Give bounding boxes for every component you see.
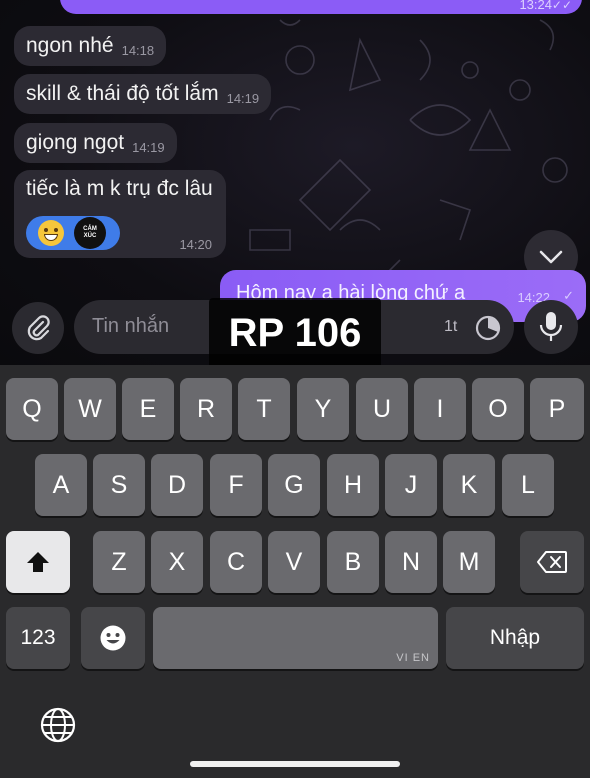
message-time: 14:20: [179, 237, 212, 252]
return-key[interactable]: Nhập: [446, 607, 584, 669]
key-e[interactable]: E: [122, 378, 174, 440]
globe-icon[interactable]: [38, 705, 78, 745]
emoji-smiley-icon: [100, 625, 126, 651]
key-x[interactable]: X: [151, 531, 203, 593]
key-b[interactable]: B: [327, 531, 379, 593]
chat-area: 13:24 ✓✓ ngon nhé 14:18 skill & thái độ …: [0, 0, 590, 365]
message-time: 14:18: [121, 42, 155, 58]
backspace-icon: [537, 551, 567, 573]
key-n[interactable]: N: [385, 531, 437, 593]
key-k[interactable]: K: [443, 454, 495, 516]
key-u[interactable]: U: [356, 378, 408, 440]
home-indicator[interactable]: [190, 761, 400, 767]
message-text: ngon nhé: [26, 34, 114, 57]
key-s[interactable]: S: [93, 454, 145, 516]
message-time: 14:19: [226, 90, 260, 106]
numbers-key[interactable]: 123: [6, 607, 70, 669]
key-m[interactable]: M: [443, 531, 495, 593]
message-text: giọng ngọt: [26, 131, 125, 154]
timer-icon[interactable]: [474, 314, 502, 342]
reaction-pill[interactable]: CẢM XÚC: [26, 216, 120, 250]
message-text: tiếc là m k trụ đc lâu: [26, 177, 213, 200]
self-destruct-timer-label: 1t: [444, 318, 458, 335]
key-g[interactable]: G: [268, 454, 320, 516]
read-ticks-icon: ✓✓: [551, 0, 572, 12]
space-language-label: VI EN: [396, 652, 430, 664]
key-p[interactable]: P: [530, 378, 584, 440]
watermark-label: RP 106: [209, 298, 381, 365]
microphone-icon: [539, 312, 563, 341]
backspace-key[interactable]: [520, 531, 584, 593]
attach-button[interactable]: [12, 302, 64, 354]
key-t[interactable]: T: [238, 378, 290, 440]
key-c[interactable]: C: [210, 531, 262, 593]
key-r[interactable]: R: [180, 378, 232, 440]
key-h[interactable]: H: [327, 454, 379, 516]
incoming-message[interactable]: giọng ngọt 14:19: [14, 123, 177, 163]
message-text: skill & thái độ tốt lắm: [26, 82, 219, 105]
message-input-placeholder: Tin nhắn: [92, 315, 170, 337]
incoming-message[interactable]: ngon nhé 14:18: [14, 26, 167, 66]
chevron-down-icon: [539, 250, 563, 264]
space-key[interactable]: VI EN: [153, 607, 438, 669]
voice-message-button[interactable]: [524, 300, 578, 354]
shift-key[interactable]: [6, 531, 70, 593]
outgoing-message-previous[interactable]: 13:24 ✓✓: [60, 0, 582, 14]
emoji-key[interactable]: [81, 607, 145, 669]
grinning-face-icon: [38, 220, 64, 246]
key-o[interactable]: O: [472, 378, 524, 440]
key-y[interactable]: Y: [297, 378, 349, 440]
message-time: 13:24: [519, 0, 552, 12]
key-v[interactable]: V: [268, 531, 320, 593]
key-j[interactable]: J: [385, 454, 437, 516]
keyboard: Q W E R T Y U I O P A S D F G H J K L Z …: [0, 365, 590, 778]
shift-arrow-icon: [27, 552, 49, 572]
incoming-message[interactable]: skill & thái độ tốt lắm 14:19: [14, 74, 272, 114]
cam-xuc-sticker-icon: CẢM XÚC: [74, 217, 106, 249]
key-i[interactable]: I: [414, 378, 466, 440]
key-f[interactable]: F: [210, 454, 262, 516]
message-time: 14:19: [132, 139, 165, 155]
key-q[interactable]: Q: [6, 378, 58, 440]
key-w[interactable]: W: [64, 378, 116, 440]
key-a[interactable]: A: [35, 454, 87, 516]
sent-tick-icon: ✓: [563, 288, 574, 303]
paperclip-icon: [27, 315, 50, 341]
key-l[interactable]: L: [502, 454, 554, 516]
key-z[interactable]: Z: [93, 531, 145, 593]
key-d[interactable]: D: [151, 454, 203, 516]
